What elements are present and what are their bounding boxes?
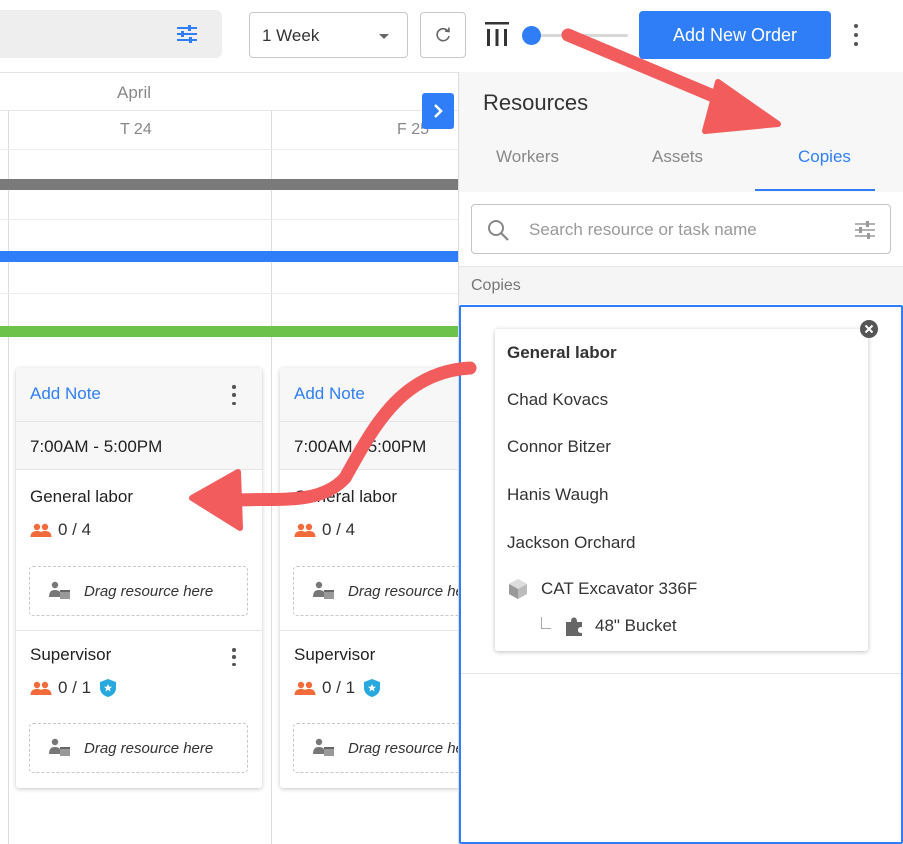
add-new-order-button[interactable]: Add New Order <box>639 11 831 59</box>
group-heading: General labor <box>507 343 617 362</box>
filter-settings-icon[interactable] <box>176 24 198 49</box>
people-icon <box>30 681 52 695</box>
tab-copies[interactable]: Copies <box>798 147 851 167</box>
resource-search-input[interactable]: Search resource or task name <box>471 204 891 254</box>
schedule-calendar: April T 24 F 25 Add Note 7:00AM - 5:00PM… <box>0 72 526 844</box>
asset-name: CAT Excavator 336F <box>541 579 698 598</box>
timeline-bar-blue[interactable] <box>0 251 459 262</box>
view-range-select[interactable]: 1 Week <box>249 12 408 58</box>
person-box-icon <box>49 581 70 599</box>
section-header: Copies <box>459 266 903 304</box>
filter-settings-icon[interactable] <box>854 220 876 240</box>
section-label: Copies <box>471 277 521 294</box>
add-note-link[interactable]: Add Note <box>294 384 365 404</box>
chevron-down-icon <box>379 34 389 39</box>
day-header: T 24 <box>120 121 152 138</box>
shift-time: 7:00AM - 5:00PM <box>16 422 262 470</box>
copies-dropzone[interactable]: General labor Chad Kovacs Connor Bitzer … <box>459 305 903 844</box>
role-count-value: 0 / 1 <box>322 678 356 697</box>
resource-dropzone[interactable]: Drag resource here <box>29 723 248 773</box>
tab-workers[interactable]: Workers <box>496 147 559 167</box>
close-icon[interactable] <box>859 319 879 339</box>
column-width-slider-handle[interactable] <box>522 26 541 45</box>
role-name: General labor <box>294 487 398 506</box>
worker-item[interactable]: Chad Kovacs <box>507 390 608 410</box>
active-tab-indicator <box>755 189 875 191</box>
role-count: 0 / 1 <box>30 678 117 698</box>
tree-branch-icon <box>541 617 551 629</box>
column-divider <box>8 111 9 844</box>
tab-assets[interactable]: Assets <box>652 147 703 167</box>
supervisor-badge-icon <box>100 679 117 697</box>
add-note-link[interactable]: Add Note <box>30 384 101 404</box>
person-box-icon <box>49 738 70 756</box>
shift-card: Add Note 7:00AM - 5:00PM General labor 0… <box>16 368 262 788</box>
resource-dropzone[interactable]: Drag resource here <box>29 566 248 616</box>
cube-icon <box>509 579 527 599</box>
supervisor-badge-icon <box>364 679 381 697</box>
role-count-value: 0 / 4 <box>322 520 356 539</box>
role-count-value: 0 / 1 <box>58 678 92 697</box>
people-icon <box>294 523 316 537</box>
panel-header: Resources Workers Assets Copies <box>459 72 903 192</box>
refresh-icon <box>436 27 450 42</box>
attachment-item[interactable]: 48" Bucket <box>541 615 677 637</box>
zone-divider <box>461 673 901 674</box>
timeline-bar-green[interactable] <box>0 326 459 337</box>
role-count-value: 0 / 4 <box>58 520 92 539</box>
month-label: April <box>117 83 152 102</box>
row-line <box>0 219 459 220</box>
shift-time-label: 7:00AM - 5:00PM <box>294 437 427 456</box>
more-options-icon[interactable] <box>232 385 238 405</box>
view-range-value: 1 Week <box>262 26 320 45</box>
puzzle-piece-icon <box>566 617 582 636</box>
search-icon <box>488 220 509 241</box>
column-divider <box>271 111 272 844</box>
asset-item[interactable]: CAT Excavator 336F <box>507 578 697 600</box>
column-width-icon <box>484 20 510 53</box>
person-box-icon <box>313 738 334 756</box>
role-divider <box>16 630 262 631</box>
column-width-slider-track[interactable] <box>532 34 628 37</box>
more-options-icon[interactable] <box>232 648 238 666</box>
chevron-right-icon <box>434 104 443 118</box>
row-line <box>0 293 459 294</box>
dropzone-label: Drag resource here <box>84 582 214 600</box>
search-placeholder: Search resource or task name <box>529 220 757 239</box>
resources-panel: Resources Workers Assets Copies Search r… <box>458 72 903 844</box>
role-name: Supervisor <box>294 645 376 664</box>
header-divider <box>0 110 459 111</box>
more-options-icon[interactable] <box>846 22 866 48</box>
role-name: Supervisor <box>30 645 112 664</box>
role-count: 0 / 1 <box>294 678 381 698</box>
copied-group-card[interactable]: General labor Chad Kovacs Connor Bitzer … <box>495 320 878 651</box>
filter-search-bar[interactable] <box>0 10 222 58</box>
dropzone-label: Drag resource here <box>84 739 214 757</box>
people-icon <box>294 681 316 695</box>
person-box-icon <box>313 581 334 599</box>
attachment-name: 48" Bucket <box>595 616 677 635</box>
shift-time-label: 7:00AM - 5:00PM <box>30 437 163 456</box>
top-toolbar: 1 Week Add New Order <box>0 0 903 72</box>
people-icon <box>30 523 52 537</box>
worker-item[interactable]: Jackson Orchard <box>507 533 636 553</box>
refresh-button[interactable] <box>420 12 466 58</box>
worker-item[interactable]: Hanis Waugh <box>507 485 608 505</box>
expand-panel-button[interactable] <box>422 93 454 129</box>
role-name: General labor <box>30 487 134 506</box>
timeline-bar-gray[interactable] <box>0 179 459 190</box>
role-count: 0 / 4 <box>30 520 91 540</box>
card-header: Add Note <box>16 368 262 422</box>
role-count: 0 / 4 <box>294 520 355 540</box>
worker-item[interactable]: Connor Bitzer <box>507 437 611 457</box>
row-line <box>0 149 459 150</box>
panel-title: Resources <box>483 90 589 115</box>
